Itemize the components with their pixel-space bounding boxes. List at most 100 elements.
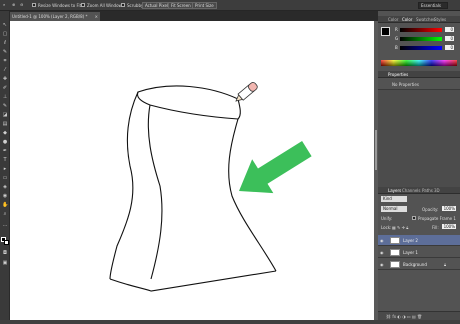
opacity-value[interactable]: 100% (442, 206, 456, 211)
zoom-out-icon[interactable]: ⊖ (20, 2, 23, 7)
zoom-tool-icon[interactable]: ⌕ (3, 2, 5, 7)
channel-b-slider[interactable] (400, 46, 442, 50)
type-tool-icon[interactable]: T (2, 158, 8, 163)
quick-mask-icon[interactable]: ◘ (2, 251, 8, 256)
layer-name[interactable]: Background (403, 262, 427, 267)
canvas-drawing (109, 82, 312, 292)
layer-row-layer-2[interactable]: ◉ Layer 2 (378, 235, 460, 246)
healing-tool-icon[interactable]: ✚ (2, 77, 8, 82)
zoom-all-checkbox[interactable] (81, 3, 85, 7)
tab-swatches[interactable]: Swatches (416, 17, 435, 22)
channel-r-value[interactable]: 0 (445, 27, 454, 32)
lock-icons[interactable]: ▦ ✎ ✛ 🔒︎ (392, 225, 408, 230)
crop-tool-icon[interactable]: ⌗ (2, 59, 8, 64)
document-tab-bar: Untitled-1 @ 100% (Layer 2, RGB/8) * × (10, 11, 378, 21)
shape-right-edge (228, 118, 277, 272)
document-canvas[interactable] (10, 21, 374, 320)
layer-row-background[interactable]: ◉ Background 🔒︎ (378, 259, 460, 270)
panel-dock: Color Color Swatches Styles R 0 G 0 B 0 … (378, 11, 460, 320)
propagate-label: Propagate Frame 1 (418, 216, 456, 221)
channel-b-label: B (395, 45, 398, 50)
move-tool-icon[interactable]: ↖ (2, 23, 8, 28)
tab-styles[interactable]: Styles (434, 17, 446, 22)
channel-r-slider[interactable] (400, 28, 442, 32)
background-color-swatch[interactable] (4, 240, 9, 245)
3d-tool-icon[interactable]: ◈ (2, 185, 8, 190)
resize-windows-checkbox[interactable] (32, 3, 36, 7)
unify-label: Unify: (381, 216, 393, 221)
layers-panel-tabs: Layers Channels Paths 3D (378, 187, 460, 194)
color-preview-swatch[interactable] (381, 27, 390, 36)
document-tab[interactable]: Untitled-1 @ 100% (Layer 2, RGB/8) * × (10, 12, 100, 21)
channel-b-value[interactable]: 0 (445, 45, 454, 50)
vertical-scrollbar-thumb[interactable] (375, 130, 377, 170)
layer-actions-icons[interactable]: ⛓ fx ◐ ◑ ▭ ▤ 🗑︎ (386, 314, 422, 319)
visibility-eye-icon[interactable]: ◉ (380, 262, 384, 267)
zoom-all-label: Zoom All Windows (87, 3, 124, 8)
screen-mode-icon[interactable]: ▣ (2, 261, 8, 266)
zoom-tool-icon[interactable]: ⌕ (2, 212, 8, 217)
kind-filter[interactable]: Kind (381, 196, 407, 202)
properties-title[interactable]: Properties (388, 72, 408, 77)
tab-3d[interactable]: 3D (434, 188, 440, 193)
green-arrow-icon (239, 140, 312, 194)
no-properties-text: No Properties (392, 82, 419, 87)
lock-icon: 🔒︎ (444, 262, 447, 267)
shape-tool-icon[interactable]: ▭ (2, 176, 8, 181)
propagate-checkbox[interactable] (412, 216, 416, 220)
more-tools-icon[interactable]: … (2, 223, 8, 228)
channel-g-value[interactable]: 0 (445, 36, 454, 41)
hand-tool-icon[interactable]: ✋ (2, 203, 8, 208)
clone-tool-icon[interactable]: ⊥ (2, 95, 8, 100)
zoom-in-icon[interactable]: ⊕ (12, 2, 15, 7)
3d-camera-tool-icon[interactable]: ◉ (2, 194, 8, 199)
dodge-tool-icon[interactable]: ● (2, 140, 8, 145)
tab-color[interactable]: Color (388, 17, 398, 22)
blend-mode-value: Normal (383, 206, 398, 211)
shape-bottom-edge (109, 270, 277, 292)
close-tab-icon[interactable]: × (95, 12, 98, 21)
visibility-eye-icon[interactable]: ◉ (380, 238, 384, 243)
fit-screen-button[interactable]: Fit Screen (168, 2, 194, 9)
eraser-tool-icon[interactable]: ◪ (2, 113, 8, 118)
fill-value[interactable]: 100% (442, 224, 456, 229)
quick-select-tool-icon[interactable]: ✎ (2, 50, 8, 55)
channel-g-slider[interactable] (400, 37, 442, 41)
path-select-tool-icon[interactable]: ▸ (2, 167, 8, 172)
eyedropper-tool-icon[interactable]: ⁄ (2, 68, 8, 73)
tab-color-active[interactable]: Color (402, 17, 412, 22)
opacity-label: Opacity: (422, 207, 439, 212)
blur-tool-icon[interactable]: ◆ (2, 131, 8, 136)
shape-inner-edge (147, 104, 163, 280)
tab-channels[interactable]: Channels (402, 188, 421, 193)
properties-body (378, 89, 460, 187)
lock-label: Lock: (381, 225, 392, 230)
channel-g-label: G (395, 36, 399, 41)
print-size-button[interactable]: Print Size (192, 2, 217, 9)
tab-paths[interactable]: Paths (422, 188, 433, 193)
visibility-eye-icon[interactable]: ◉ (380, 250, 384, 255)
pen-tool-icon[interactable]: ✒ (2, 149, 8, 154)
layer-thumbnail (390, 261, 400, 268)
layer-thumbnail (390, 237, 400, 244)
history-brush-tool-icon[interactable]: ✎ (2, 104, 8, 109)
properties-panel-header: Properties (378, 71, 460, 78)
layer-name[interactable]: Layer 1 (403, 250, 418, 255)
blend-mode-select[interactable]: Normal (381, 206, 407, 212)
document-tab-title: Untitled-1 @ 100% (Layer 2, RGB/8) * (12, 14, 88, 19)
workspace-switcher[interactable]: Essentials (418, 2, 448, 9)
layer-row-layer-1[interactable]: ◉ Layer 1 (378, 247, 460, 258)
scrubby-zoom-checkbox[interactable] (121, 3, 125, 7)
color-panel-tabs: Color Color Swatches Styles (378, 16, 460, 23)
brush-tool-icon[interactable]: ✐ (2, 86, 8, 91)
layers-panel-footer: ⛓ fx ◐ ◑ ▭ ▤ 🗑︎ (378, 311, 460, 320)
kind-filter-label: Kind (383, 196, 392, 201)
gradient-tool-icon[interactable]: ▤ (2, 122, 8, 127)
fill-label: Fill: (432, 225, 439, 230)
tab-layers[interactable]: Layers (388, 188, 401, 193)
layer-name[interactable]: Layer 2 (403, 238, 418, 243)
shape-top-edge (136, 85, 241, 120)
shape-left-edge (109, 91, 139, 280)
marquee-tool-icon[interactable]: ▢ (2, 32, 8, 37)
lasso-tool-icon[interactable]: ℓ (2, 41, 8, 46)
